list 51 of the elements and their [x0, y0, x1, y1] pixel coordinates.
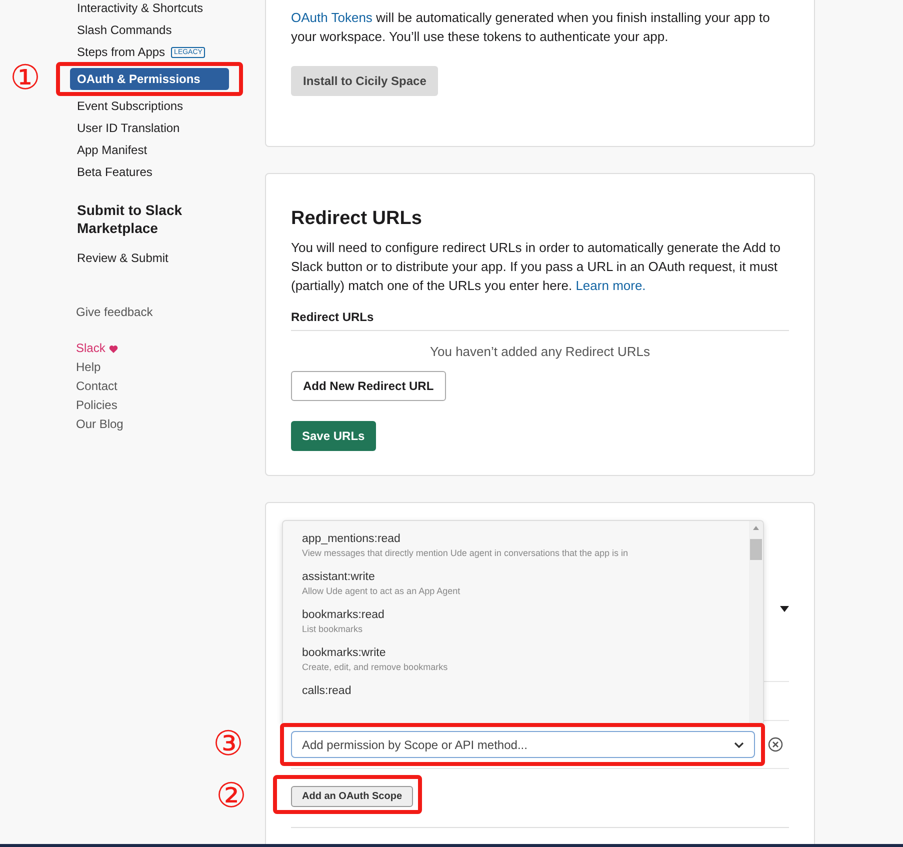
step-number: ②: [216, 776, 246, 816]
scope-name: assistant:write: [302, 571, 376, 583]
scope-description: Allow Ude agent to act as an App Agent: [302, 586, 462, 596]
scope-name: bookmarks:read: [302, 609, 386, 621]
learn-more-link[interactable]: Learn more.: [576, 278, 646, 293]
add-redirect-button[interactable]: Add New Redirect URL: [291, 371, 446, 401]
scope-name: app_mentions:read: [302, 533, 402, 545]
save-urls-button[interactable]: Save URLs: [291, 421, 376, 451]
scrollbar-thumb[interactable]: [750, 539, 762, 560]
scrollbar[interactable]: [749, 521, 763, 723]
footer-link[interactable]: Help: [70, 358, 265, 377]
footer-link[interactable]: Our Blog: [70, 415, 265, 434]
scope-option[interactable]: calls:read: [302, 685, 749, 723]
step-number: ①: [10, 58, 40, 98]
sidebar-item[interactable]: Slash Commands: [70, 19, 229, 41]
empty-message: You haven’t added any Redirect URLs: [429, 343, 651, 361]
install-button[interactable]: Install to Cicily Space: [291, 66, 438, 96]
sidebar-item[interactable]: OAuth & Permissions: [70, 68, 229, 90]
sidebar-item[interactable]: Event Subscriptions: [70, 95, 229, 117]
add-scope-button[interactable]: Add an OAuth Scope: [291, 786, 413, 807]
scope-description: List bookmarks: [302, 624, 364, 634]
chevron-icon: [734, 742, 744, 748]
scope-option[interactable]: assistant:write Allow Ude agent to act as an App Agent: [302, 571, 749, 609]
sidebar-item[interactable]: Interactivity & Shortcuts: [70, 0, 229, 19]
step-number: ③: [213, 724, 244, 764]
oauth-tokens-link[interactable]: OAuth Tokens: [291, 10, 372, 25]
footer-link[interactable]: Slack: [70, 339, 265, 358]
tokens-description: OAuth Tokens will be automatically generated when you finish installing your app to your workspace. You’ll use these tokens to authenticate your app.: [291, 9, 771, 46]
scope-option[interactable]: app_mentions:read View messages that directly mention Ude agent in conversations that the app is in: [302, 533, 749, 571]
list-heading: Redirect URLs: [291, 295, 789, 331]
footer-link[interactable]: Contact: [70, 377, 265, 396]
sidebar-item[interactable]: App Manifest: [70, 139, 229, 161]
scope-option[interactable]: bookmarks:read List bookmarks: [302, 609, 749, 647]
footer-link[interactable]: Policies: [70, 396, 265, 415]
sidebar-item[interactable]: Beta Features: [70, 161, 229, 183]
redirect-description: You will need to configure redirect URLs in order to automatically generate the Add to Slack button or to distribute your app. If you pass a URL in an OAuth request, it must (partially) match one of the URLs you enter here. Learn more.: [291, 239, 782, 295]
scope-option[interactable]: bookmarks:write Create, edit, and remove bookmarks: [302, 647, 749, 685]
scope-name: bookmarks:write: [302, 647, 387, 659]
heart-icon: [109, 344, 118, 352]
sidebar-item[interactable]: Review & Submit: [70, 247, 229, 269]
scope-name: calls:read: [302, 685, 352, 697]
card-title: Redirect URLs: [291, 208, 423, 230]
scope-description: Create, edit, and remove bookmarks: [302, 662, 449, 672]
sidebar-item[interactable]: User ID Translation: [70, 117, 229, 139]
caret-icon[interactable]: [780, 606, 789, 612]
section-heading: Submit to Slack Marketplace: [76, 201, 184, 238]
scope-select[interactable]: Add permission by Scope or API method...: [291, 731, 755, 758]
remove-icon[interactable]: [768, 737, 783, 752]
scroll-up-icon[interactable]: [753, 526, 759, 530]
feedback-link[interactable]: Give feedback: [70, 269, 265, 339]
scope-description: View messages that directly mention Ude agent in conversations that the app is in: [302, 548, 630, 558]
